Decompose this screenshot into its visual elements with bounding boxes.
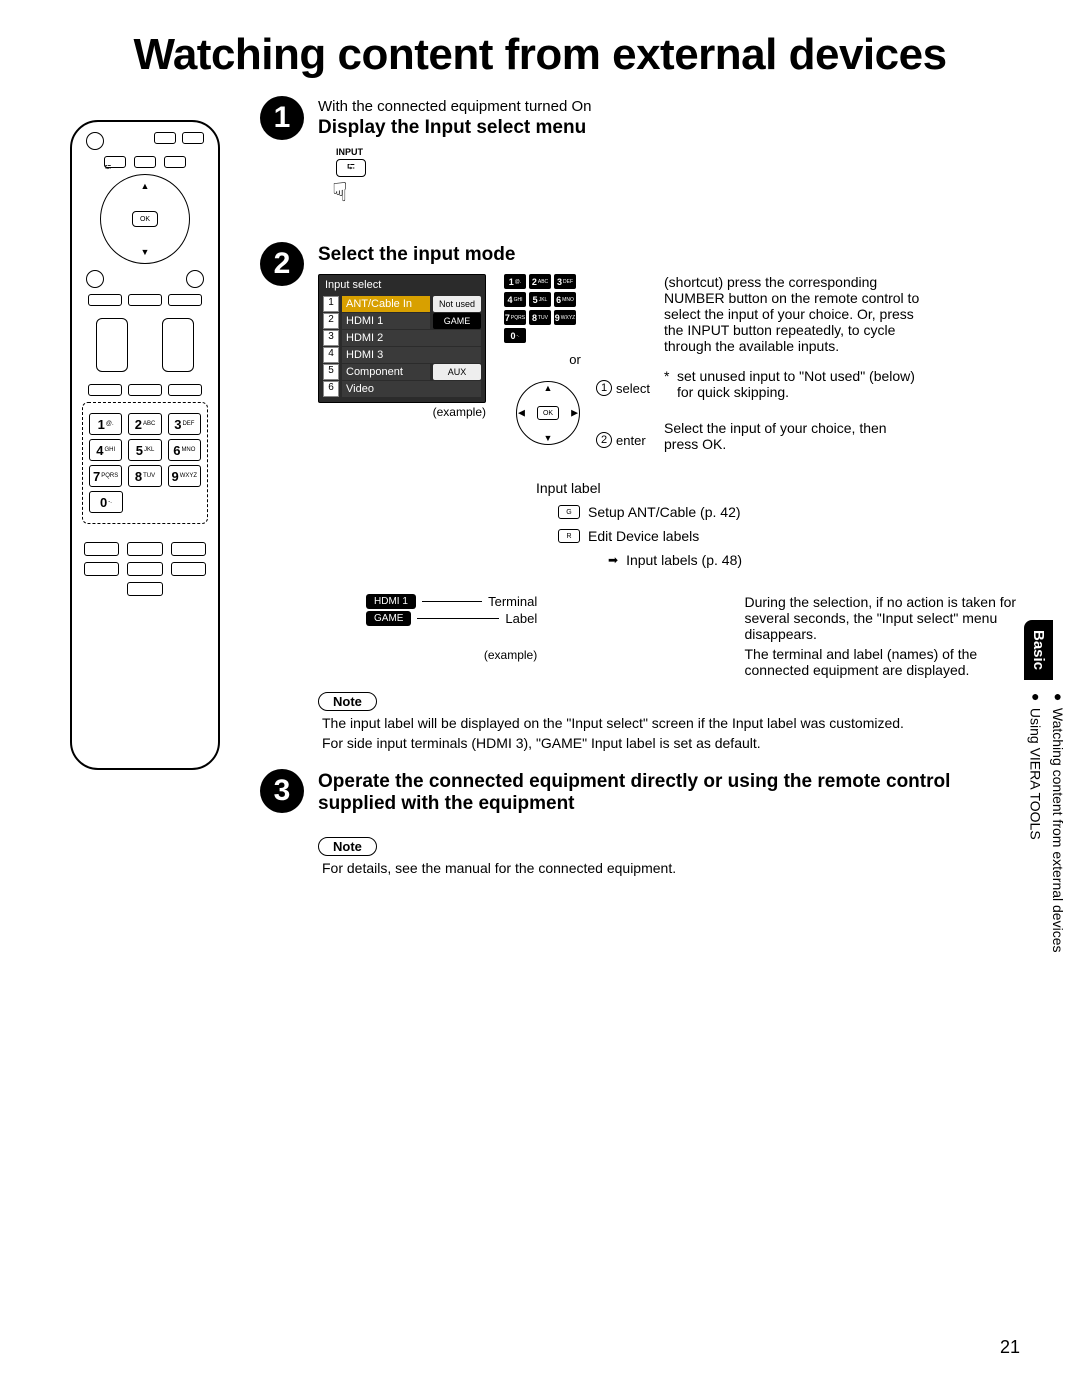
red-button-icon: R	[558, 529, 580, 543]
page-number: 21	[1000, 1337, 1020, 1358]
shortcut-text: (shortcut) press the corresponding NUMBE…	[664, 274, 924, 354]
note-text-2: For side input terminals (HDMI 3), "GAME…	[322, 735, 1020, 751]
select-ok-text: Select the input of your choice, then pr…	[664, 420, 924, 452]
input-label: INPUT	[336, 147, 363, 157]
input-select-row: 6Video	[323, 381, 481, 397]
side-tab: Basic Watching content from external dev…	[1024, 620, 1080, 1180]
green-button-icon: G	[558, 505, 580, 519]
step-3-title: Operate the connected equipment directly…	[318, 771, 1020, 815]
side-item-0: Watching content from external devices	[1046, 688, 1068, 953]
input-select-row: 3HDMI 2	[323, 330, 481, 346]
side-item-1: Using VIERA TOOLS	[1024, 688, 1046, 953]
ok-button: OK	[132, 211, 158, 227]
note-badge-3: Note	[318, 837, 377, 856]
remote-illustration: ⮓ ▲ ▼ OK 1@. 2ABC 3DEF 4GHI 5JKL 6MNO 7P…	[70, 120, 220, 770]
note-text-1: The input label will be displayed on the…	[322, 715, 1020, 731]
edit-device-labels: Edit Device labels	[588, 528, 699, 544]
note-badge: Note	[318, 692, 377, 711]
terminal-display-text: The terminal and label (names) of the co…	[745, 646, 1021, 678]
arrow-right-icon: ➡	[608, 553, 618, 567]
step-3-badge: 3	[260, 769, 304, 813]
input-select-row: 1ANT/Cable InNot used	[323, 296, 481, 312]
side-section-label: Basic	[1024, 620, 1053, 680]
step-2-badge: 2	[260, 242, 304, 286]
dpad-mini: OK ▲▼ ◀▶	[508, 373, 588, 453]
number-keypad: 1@. 2ABC 3DEF 4GHI 5JKL 6MNO 7PQRS 8TUV …	[82, 402, 208, 524]
enter-label: enter	[616, 433, 646, 448]
input-select-row: 5ComponentAUX	[323, 364, 481, 380]
power-icon	[86, 132, 104, 150]
hand-icon: ☟	[332, 177, 348, 208]
step-2-title: Select the input mode	[318, 244, 1020, 266]
step-1-badge: 1	[260, 96, 304, 140]
terminal-label: Terminal	[488, 594, 537, 609]
input-button-icon: ⮓	[336, 159, 366, 177]
select-label: select	[616, 381, 650, 396]
note-text-3: For details, see the manual for the conn…	[322, 860, 1020, 876]
label-label: Label	[505, 611, 537, 626]
input-select-dialog: Input select 1ANT/Cable InNot used2HDMI …	[318, 274, 486, 403]
input-label-head: Input label	[536, 480, 1020, 496]
example-label: (example)	[318, 405, 486, 419]
numpad-mini: 1@. 2ABC 3DEF 4GHI 5JKL 6MNO 7PQRS 8TUV	[504, 274, 576, 346]
setup-ant-cable: Setup ANT/Cable (p. 42)	[588, 504, 741, 520]
step-1-title: Display the Input select menu	[318, 117, 1020, 139]
label-pill: GAME	[366, 611, 411, 626]
input-labels-ref: Input labels (p. 48)	[626, 552, 742, 568]
step-1-pretext: With the connected equipment turned On	[318, 98, 1020, 115]
terminal-pill: HDMI 1	[366, 594, 416, 609]
star-note: set unused input to "Not used" (below) f…	[677, 368, 924, 400]
input-select-row: 2HDMI 1GAME	[323, 313, 481, 329]
page-title: Watching content from external devices	[0, 0, 1080, 90]
or-label: or	[500, 352, 650, 367]
timeout-text: During the selection, if no action is ta…	[745, 594, 1021, 642]
input-select-row: 4HDMI 3	[323, 347, 481, 363]
